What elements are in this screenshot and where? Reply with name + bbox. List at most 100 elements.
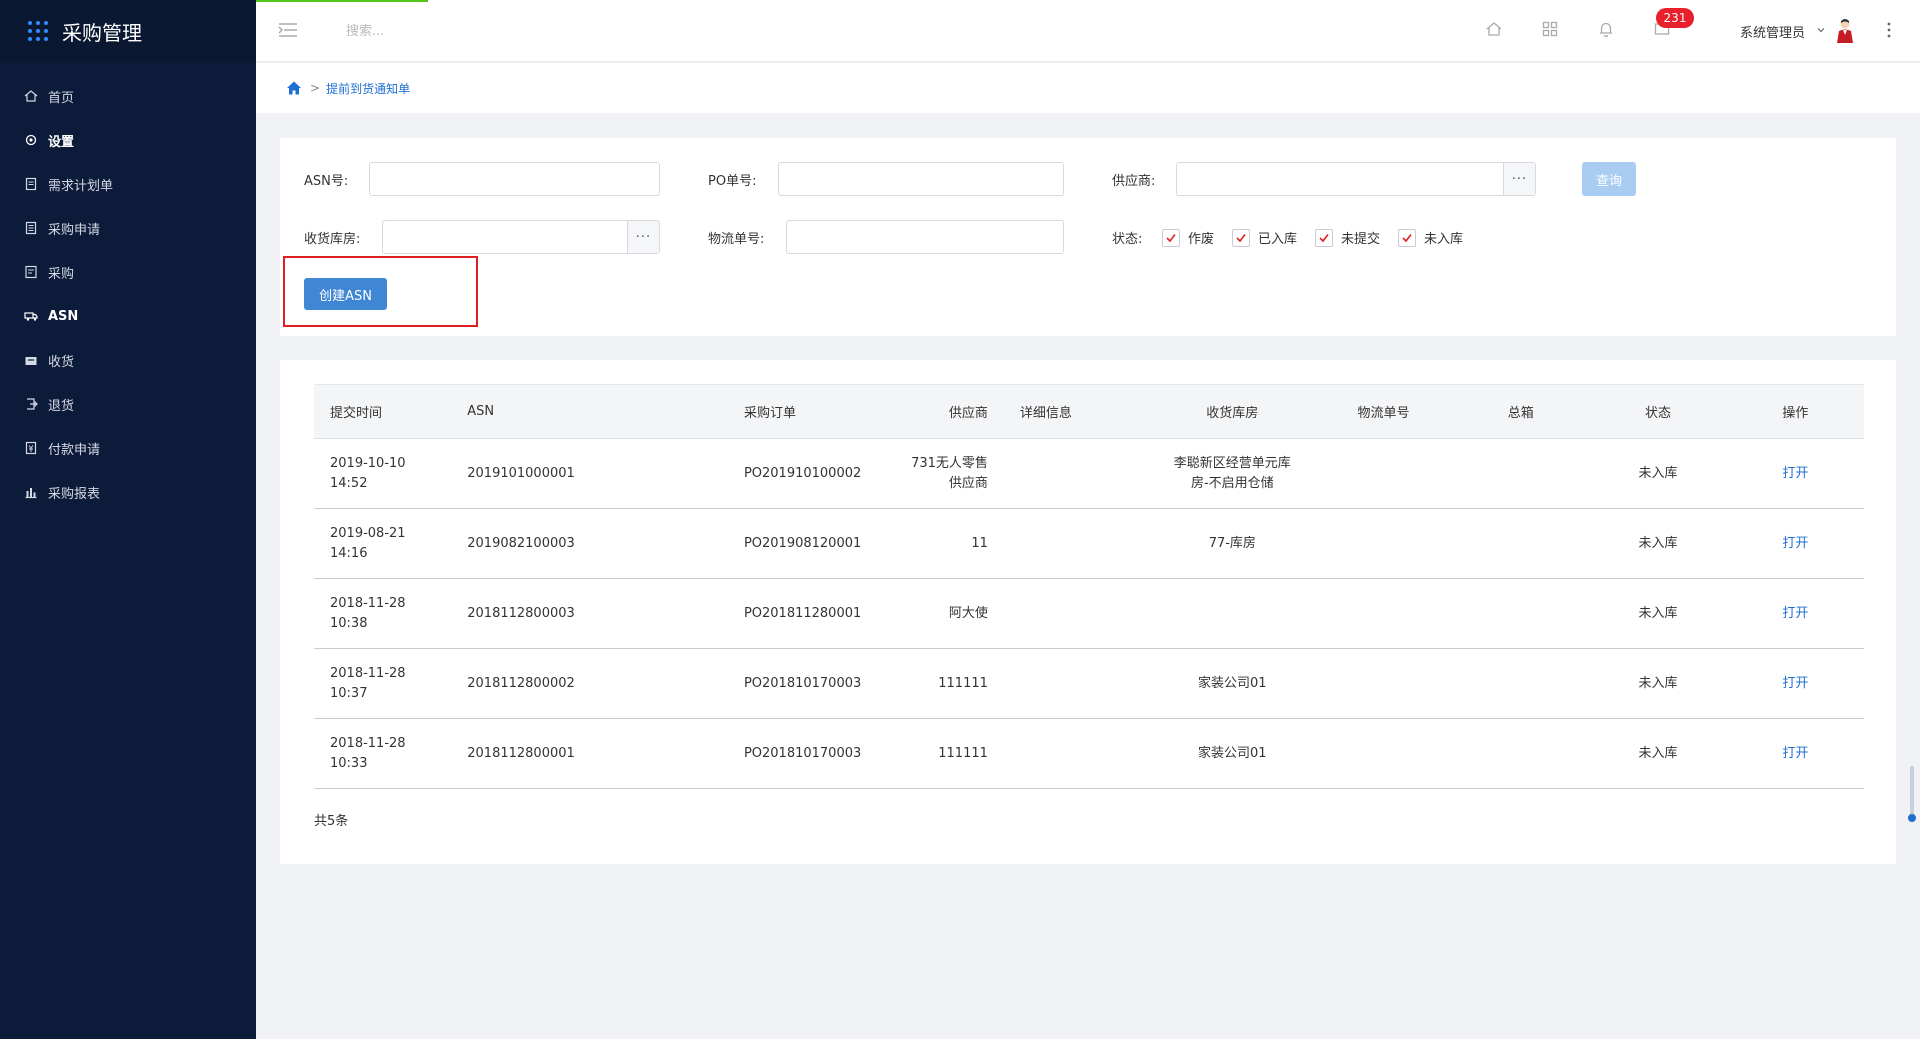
table-row: 2019-08-21 14:16 2019082100003 PO2019081… — [314, 508, 1864, 579]
chevron-down-icon[interactable] — [1816, 25, 1826, 35]
avatar[interactable] — [1834, 18, 1856, 44]
apps-grid-icon[interactable] — [28, 21, 48, 41]
po-field[interactable] — [778, 162, 1064, 196]
warehouse-label: 收货库房: — [304, 232, 361, 247]
cell-warehouse: 77-库房 — [1149, 508, 1315, 579]
sidebar-item-label: 收货 — [48, 354, 75, 370]
sidebar-item-receiving[interactable]: 收货 — [0, 338, 256, 382]
cell-time: 2018-11-28 10:33 — [314, 718, 452, 789]
checkbox[interactable] — [1398, 228, 1416, 247]
cell-supplier: 731无人零售供应商 — [888, 438, 1004, 509]
asn-input[interactable] — [370, 163, 659, 195]
sidebar-item-label: 采购 — [48, 266, 75, 282]
sidebar-item-home[interactable]: 首页 — [0, 74, 256, 118]
open-link[interactable]: 打开 — [1782, 466, 1808, 481]
status-checkbox-stored[interactable]: 已入库 — [1232, 228, 1297, 247]
bar-chart-icon — [24, 485, 38, 499]
home-icon[interactable] — [1485, 20, 1503, 38]
sidebar-item-asn[interactable]: ASN — [0, 294, 256, 338]
cell-time: 2019-10-10 14:52 — [314, 438, 452, 509]
supplier-field[interactable]: ··· — [1176, 162, 1536, 196]
menu-toggle-icon[interactable] — [278, 21, 298, 39]
open-link[interactable]: 打开 — [1782, 536, 1808, 551]
cell-time: 2018-11-28 10:37 — [314, 648, 452, 719]
checkbox[interactable] — [1232, 228, 1250, 247]
breadcrumb-current[interactable]: 提前到货通知单 — [326, 80, 410, 97]
cell-status: 未入库 — [1589, 578, 1727, 649]
checkbox[interactable] — [1162, 228, 1180, 247]
grid-icon[interactable] — [1541, 20, 1559, 38]
asn-label: ASN号: — [304, 174, 349, 189]
cell-status: 未入库 — [1589, 718, 1727, 789]
sidebar-item-label: 需求计划单 — [48, 178, 114, 194]
column-header: ASN — [451, 384, 728, 439]
loading-progress-bar — [256, 0, 428, 2]
cell-warehouse: 家装公司01 — [1149, 718, 1315, 789]
scrollbar[interactable] — [1908, 766, 1916, 822]
warehouse-picker-button[interactable]: ··· — [627, 221, 659, 253]
sidebar-item-purchase[interactable]: 采购 — [0, 250, 256, 294]
sidebar-item-demand-plan[interactable]: 需求计划单 — [0, 162, 256, 206]
cell-detail — [1003, 438, 1150, 509]
gear-icon — [24, 133, 38, 147]
sidebar-item-purchase-request[interactable]: 采购申请 — [0, 206, 256, 250]
cell-boxes — [1452, 438, 1590, 509]
total-count: 共5条 — [314, 814, 349, 829]
cell-supplier: 111111 — [888, 718, 1004, 789]
sidebar-item-payment-request[interactable]: 付款申请 — [0, 426, 256, 470]
warehouse-input[interactable] — [383, 221, 659, 253]
cell-po: PO201810170003 — [727, 648, 889, 719]
open-link[interactable]: 打开 — [1782, 676, 1808, 691]
checkbox[interactable] — [1315, 228, 1333, 247]
sidebar-item-returns[interactable]: 退货 — [0, 382, 256, 426]
column-header: 供应商 — [888, 384, 1004, 439]
status-checkbox-unsubmitted[interactable]: 未提交 — [1315, 228, 1380, 247]
cell-asn: 2018112800003 — [451, 578, 728, 649]
column-header: 总箱 — [1452, 384, 1590, 439]
bell-icon[interactable] — [1597, 20, 1615, 38]
open-link[interactable]: 打开 — [1782, 606, 1808, 621]
cell-asn: 2019101000001 — [451, 438, 728, 509]
column-header: 收货库房 — [1149, 384, 1315, 439]
supplier-input[interactable] — [1177, 163, 1535, 195]
inbox-icon — [24, 353, 38, 367]
supplier-picker-button[interactable]: ··· — [1503, 163, 1535, 195]
cell-warehouse: 家装公司01 — [1149, 648, 1315, 719]
user-menu[interactable]: 系统管理员 — [1740, 22, 1805, 41]
cell-boxes — [1452, 578, 1590, 649]
sidebar-item-label: 首页 — [48, 90, 75, 106]
cell-supplier: 111111 — [888, 648, 1004, 719]
open-link[interactable]: 打开 — [1782, 746, 1808, 761]
check-icon — [1402, 233, 1412, 242]
status-label: 状态: — [1112, 232, 1143, 247]
search-input[interactable] — [346, 20, 546, 42]
logistics-input[interactable] — [787, 221, 1063, 253]
sidebar-item-settings[interactable]: 设置 — [0, 118, 256, 162]
cell-asn: 2019082100003 — [451, 508, 728, 579]
supplier-label: 供应商: — [1112, 174, 1156, 189]
query-button[interactable]: 查询 — [1582, 162, 1636, 196]
cell-po: PO201810170003 — [727, 718, 889, 789]
asn-field[interactable] — [369, 162, 660, 196]
cell-po: PO201811280001 — [727, 578, 889, 649]
status-checkbox-void[interactable]: 作废 — [1162, 228, 1214, 247]
status-checkbox-not-stored[interactable]: 未入库 — [1398, 228, 1463, 247]
document-icon — [24, 177, 38, 191]
return-icon — [24, 397, 38, 411]
logistics-field[interactable] — [786, 220, 1064, 254]
cell-status: 未入库 — [1589, 438, 1727, 509]
sidebar-item-purchase-report[interactable]: 采购报表 — [0, 470, 256, 514]
cell-logistics — [1314, 508, 1453, 579]
home-icon[interactable] — [286, 80, 302, 96]
cell-detail — [1003, 578, 1150, 649]
more-vertical-icon[interactable] — [1886, 20, 1892, 40]
form-icon — [24, 265, 38, 279]
cell-detail — [1003, 718, 1150, 789]
checkbox-label: 未提交 — [1341, 232, 1381, 247]
truck-icon — [24, 309, 38, 323]
warehouse-field[interactable]: ··· — [382, 220, 660, 254]
po-input[interactable] — [779, 163, 1063, 195]
sidebar-item-label: 采购报表 — [48, 486, 101, 502]
sidebar-item-label: 退货 — [48, 398, 75, 414]
sidebar-item-label: 设置 — [48, 134, 75, 150]
